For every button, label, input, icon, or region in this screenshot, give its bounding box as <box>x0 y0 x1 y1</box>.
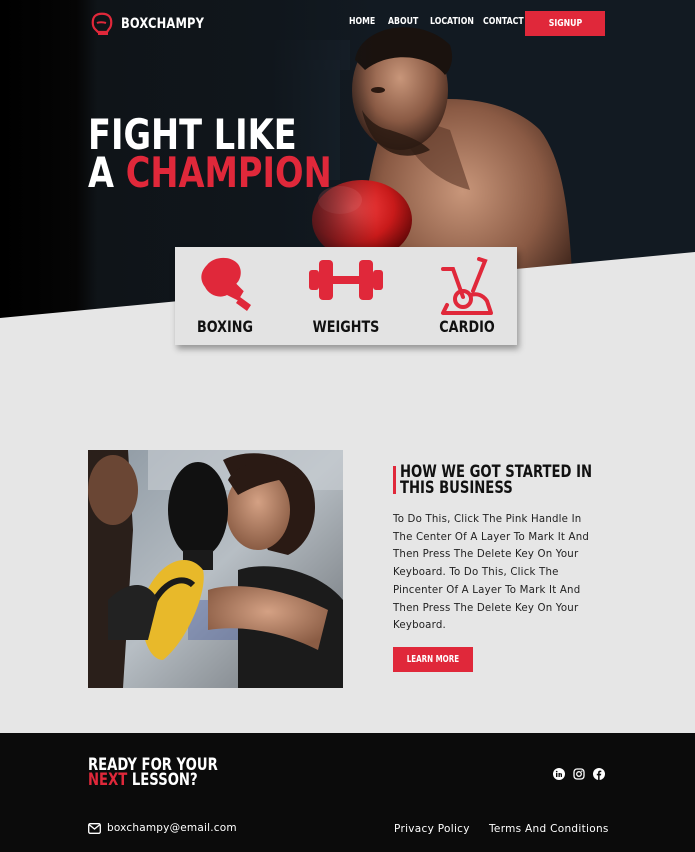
nav-item-about[interactable]: ABOUT <box>388 16 418 27</box>
features-card: BOXING WEIGHTS CARDIO <box>175 247 517 345</box>
about-title: HOW WE GOT STARTED IN THIS BUSINESS <box>400 463 592 497</box>
signup-button[interactable]: SIGNUP <box>525 11 605 36</box>
cta-accent: NEXT <box>88 770 128 789</box>
instagram-icon[interactable] <box>573 768 585 780</box>
hero-headline: FIGHT LIKE A CHAMPION <box>88 114 332 194</box>
boxing-glove-icon <box>91 12 113 35</box>
nav-item-location[interactable]: LOCATION <box>430 16 474 27</box>
nav-item-home[interactable]: HOME <box>349 16 375 27</box>
feature-label-boxing: BOXING <box>196 317 254 336</box>
nav-item-contact[interactable]: CONTACT <box>483 16 524 27</box>
landing-page: BOXCHAMPY HOME ABOUT LOCATION CONTACT SI… <box>0 0 695 852</box>
brand-logo[interactable]: BOXCHAMPY <box>89 11 222 37</box>
about-title-line-2: THIS BUSINESS <box>400 477 513 497</box>
footer-cta-heading: READY FOR YOUR NEXT LESSON? <box>88 756 218 789</box>
headline-accent: CHAMPION <box>125 148 332 197</box>
learn-more-button-label: LEARN MORE <box>406 654 460 665</box>
feature-weights[interactable]: WEIGHTS <box>296 247 396 345</box>
feature-boxing[interactable]: BOXING <box>175 247 275 345</box>
privacy-policy-link[interactable]: Privacy Policy <box>394 823 470 835</box>
cta-line-2-rest: LESSON? <box>127 770 198 789</box>
brand-name: BOXCHAMPY <box>121 16 205 32</box>
dumbbell-icon <box>309 260 383 300</box>
linkedin-icon[interactable] <box>553 768 565 780</box>
feature-label-weights: WEIGHTS <box>312 317 380 336</box>
about-body-text: To Do This, Click The Pink Handle In The… <box>393 514 590 632</box>
about-title-accent-bar <box>393 466 396 494</box>
exercise-bike-icon <box>441 257 493 315</box>
headline-line-2-prefix: A <box>88 148 126 197</box>
footer-email[interactable]: boxchampy@email.com <box>88 822 237 834</box>
signup-button-label: SIGNUP <box>548 18 582 29</box>
feature-label-cardio: CARDIO <box>439 317 495 336</box>
about-training-photo <box>88 450 343 688</box>
boxing-glove-icon <box>201 257 251 311</box>
social-links <box>553 768 605 780</box>
mail-icon <box>88 822 101 834</box>
facebook-icon[interactable] <box>593 768 605 780</box>
footer: READY FOR YOUR NEXT LESSON? boxchampy@em… <box>0 733 695 852</box>
learn-more-button[interactable]: LEARN MORE <box>393 647 473 672</box>
feature-cardio[interactable]: CARDIO <box>417 247 517 345</box>
terms-link[interactable]: Terms And Conditions <box>489 823 609 835</box>
footer-email-text: boxchampy@email.com <box>107 822 237 834</box>
